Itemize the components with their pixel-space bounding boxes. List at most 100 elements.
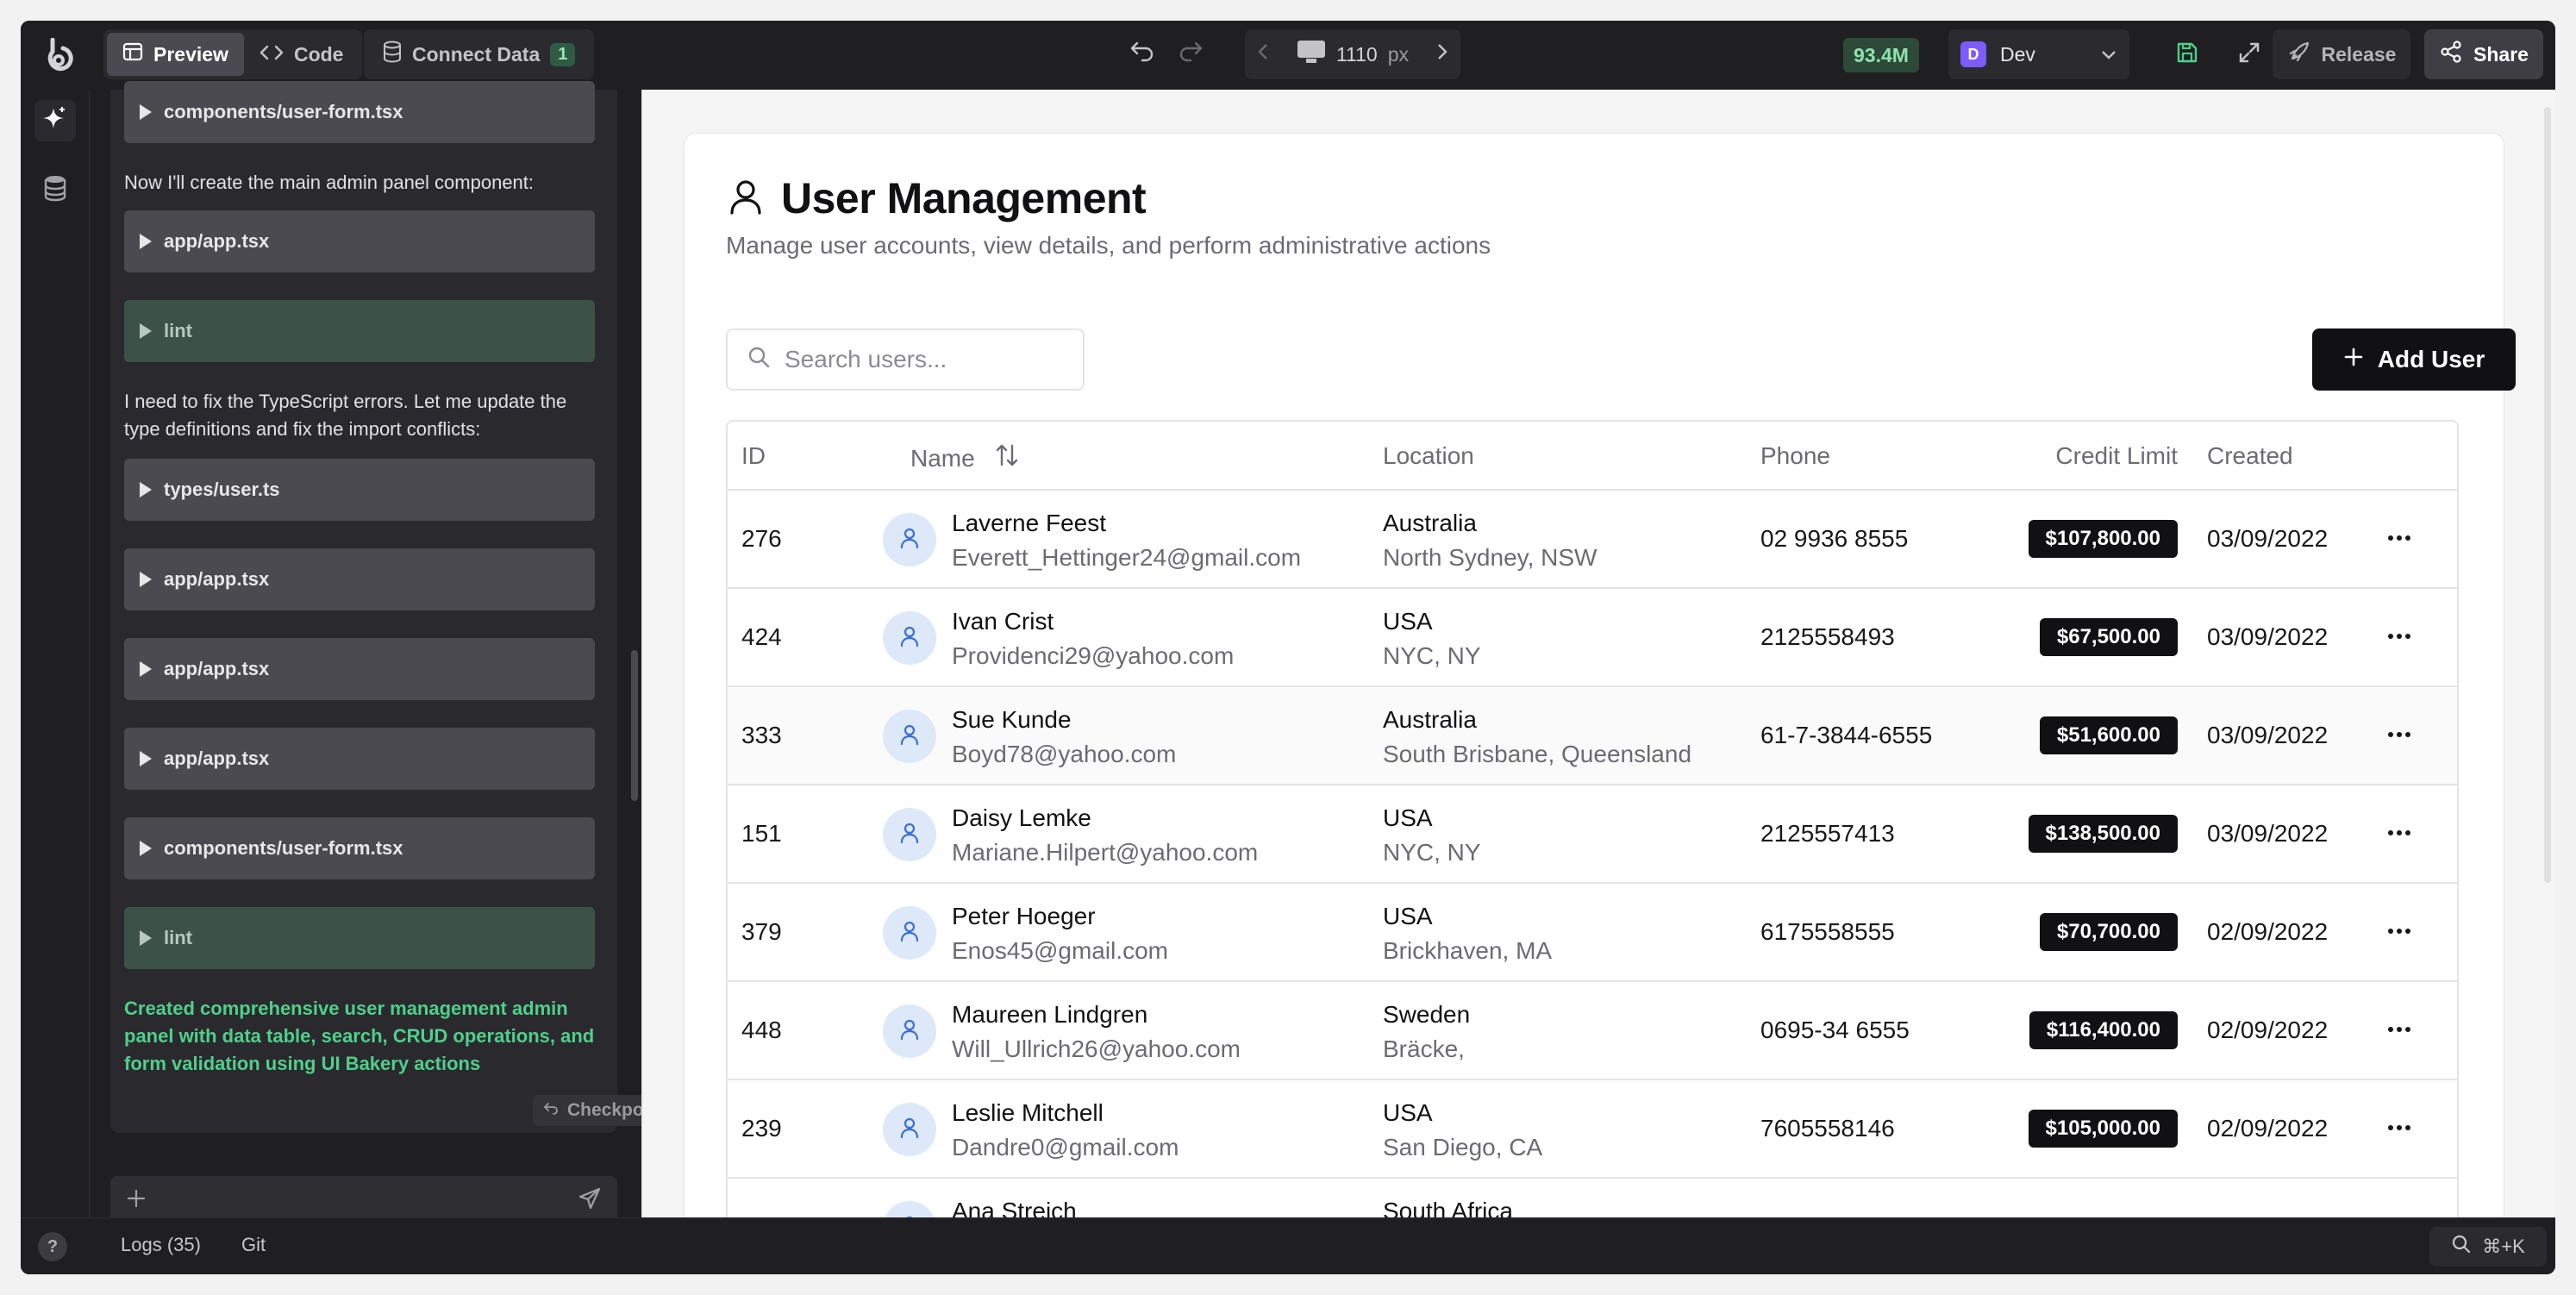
send-icon[interactable] [578,1186,602,1215]
location-country: USA [1383,804,1433,831]
data-sources-button[interactable] [34,169,76,210]
location-city: Brickhaven, MA [1383,937,1553,964]
chevron-left-icon[interactable] [1257,42,1269,66]
header-name[interactable]: Name [910,442,1020,474]
lint-item[interactable]: lint [124,907,595,969]
row-actions-button[interactable] [2378,811,2421,854]
more-horizontal-icon [2387,825,2411,841]
location-country: USA [1383,903,1433,929]
user-name: Maureen Lindgren [952,1001,1148,1028]
row-actions-button[interactable] [2378,713,2421,756]
tool-call-label: types/user.ts [164,479,280,500]
chevron-right-icon[interactable] [1436,42,1448,66]
cell-id: 333 [741,722,782,748]
tool-call-item[interactable]: types/user.ts [124,459,595,521]
ai-assistant-button[interactable] [34,100,76,141]
release-label: Release [2321,42,2397,66]
user-icon [726,177,766,221]
location-city: San Diego, CA [1383,1134,1543,1160]
table-row[interactable]: 379 Peter Hoeger Enos45@gmail.com USA Brickh… [728,884,2457,982]
expand-triangle-icon [140,482,152,497]
table-row[interactable]: 448 Maureen Lindgren Will_Ullrich26@yahoo.… [728,982,2457,1080]
row-actions-button[interactable] [2378,516,2421,560]
redo-icon[interactable] [1177,36,1204,68]
add-user-button[interactable]: Add User [2312,328,2516,391]
user-name: Peter Hoeger [952,903,1096,929]
table-row[interactable]: 276 Laverne Feest Everett_Hettinger24@gmai… [728,491,2457,589]
header-created: Created [2207,442,2293,469]
save-icon [2175,41,2199,69]
undo-icon[interactable] [1129,36,1156,68]
more-horizontal-icon [2387,1022,2411,1037]
avatar [883,906,936,960]
sparkle-icon [41,105,69,137]
plus-icon[interactable] [126,1188,147,1213]
assistant-message: I need to fix the TypeScript errors. Let… [124,391,567,440]
tool-call-item[interactable]: app/app.tsx [124,210,595,272]
user-icon [897,1017,922,1046]
cell-id: 448 [741,1017,782,1043]
expand-triangle-icon [140,104,152,120]
cell-name: Laverne Feest Everett_Hettinger24@gmail.c… [952,506,1301,575]
env-name: Dev [2000,42,2035,66]
share-button[interactable]: Share [2424,29,2543,79]
row-actions-button[interactable] [2378,910,2421,953]
more-horizontal-icon [2387,629,2411,644]
row-actions-button[interactable] [2378,615,2421,658]
git-tab[interactable]: Git [241,1234,266,1256]
tool-call-item[interactable]: app/app.tsx [124,548,595,610]
environment-selector[interactable]: D Dev [1948,29,2129,79]
avatar [883,710,936,763]
tool-call-item[interactable]: components/user-form.tsx [124,817,595,879]
cell-created: 03/09/2022 [2207,525,2329,552]
more-horizontal-icon [2387,923,2411,939]
cell-phone: 0695-34 6555 [1760,1017,1910,1043]
avatar [883,513,936,566]
help-button[interactable]: ? [38,1232,67,1261]
share-icon [2439,40,2463,69]
sort-icon[interactable] [994,442,1020,474]
logs-tab[interactable]: Logs (35) [121,1234,201,1256]
header-phone: Phone [1760,442,1830,469]
avatar [883,1201,936,1217]
command-palette-button[interactable]: ⌘+K [2429,1227,2547,1267]
location-country: Australia [1383,706,1477,733]
table-row[interactable]: Ana Streich South Africa [728,1179,2457,1217]
expand-triangle-icon [140,841,152,856]
location-country: Australia [1383,510,1477,536]
app-logo-icon[interactable] [38,34,79,76]
search-input[interactable]: Search users... [726,328,1085,391]
table-row[interactable]: 239 Leslie Mitchell Dandre0@gmail.com USA Sa… [728,1080,2457,1179]
row-actions-button[interactable] [2378,1008,2421,1051]
chat-scrollbar[interactable] [631,650,638,801]
tool-call-item[interactable]: app/app.tsx [124,638,595,700]
release-button[interactable]: Release [2273,29,2410,79]
row-actions-button[interactable] [2378,1106,2421,1149]
cell-name: Leslie Mitchell Dandre0@gmail.com [952,1096,1179,1165]
lint-item[interactable]: lint [124,300,595,362]
database-icon [43,174,67,206]
preview-scrollbar[interactable] [2544,107,2551,883]
credit-limit-badge: $105,000.00 [2028,1110,2178,1148]
table-row[interactable]: 424 Ivan Crist Providenci29@yahoo.com USA NY… [728,589,2457,687]
location-country: Sweden [1383,1001,1471,1028]
user-icon [897,1116,922,1144]
credit-limit-badge: $67,500.00 [2039,618,2178,656]
fullscreen-button[interactable] [2224,29,2274,79]
credit-limit-badge: $70,700.00 [2039,913,2178,951]
credit-limit-badge: $107,800.00 [2028,520,2178,558]
table-row[interactable]: 151 Daisy Lemke Mariane.Hilpert@yahoo.com U… [728,785,2457,884]
save-button[interactable] [2162,29,2212,79]
tab-code[interactable]: Code [244,33,360,76]
tool-call-item[interactable]: components/user-form.tsx [124,81,595,143]
page-subtitle: Manage user accounts, view details, and … [726,232,1491,259]
cell-location: Sweden Bräcke, [1383,998,1470,1067]
expand-triangle-icon [140,661,152,677]
tab-preview-label: Preview [153,42,228,66]
cell-location: USA NYC, NY [1383,604,1481,673]
connect-data-button[interactable]: Connect Data 1 [367,33,591,76]
tool-call-item[interactable]: app/app.tsx [124,728,595,790]
header-location: Location [1383,442,1474,469]
table-row[interactable]: 333 Sue Kunde Boyd78@yahoo.com Australia Sou… [728,687,2457,785]
tab-preview[interactable]: Preview [107,33,244,76]
